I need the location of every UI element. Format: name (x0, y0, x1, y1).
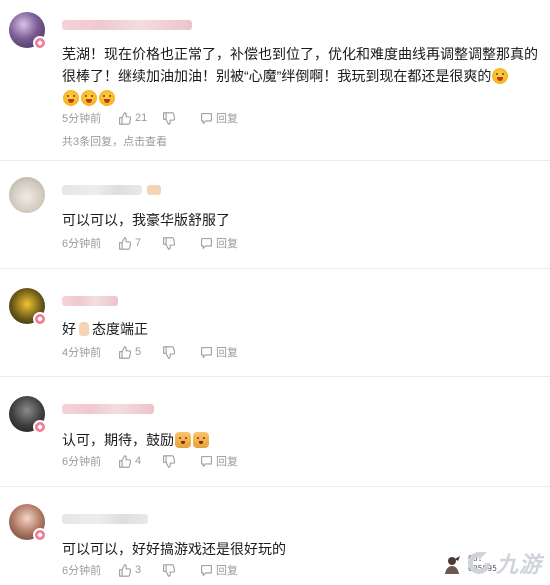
username[interactable] (62, 20, 192, 30)
comment-text: 认可，期待，鼓励 (62, 429, 210, 451)
vip-badge-icon (33, 36, 47, 50)
comment-meta: 6分钟前 7 回复 (62, 236, 238, 250)
dog-emoji-icon (193, 432, 209, 448)
username[interactable] (62, 514, 148, 524)
dislike-button[interactable] (162, 111, 200, 125)
reply-label: 回复 (216, 565, 238, 577)
avatar[interactable] (9, 504, 49, 544)
like-button[interactable]: 4 (118, 454, 162, 468)
comment-text-after: 态度端正 (92, 321, 148, 337)
emoji-laugh-icon (99, 90, 115, 106)
emoji-laugh-icon (63, 90, 79, 106)
avatar[interactable] (9, 177, 49, 217)
comment-text-body: 认可，期待，鼓励 (62, 432, 174, 448)
thumb-up-icon (119, 236, 131, 250)
thumb-down-icon (163, 454, 175, 468)
timestamp: 6分钟前 (62, 565, 102, 577)
comment-2: 可以可以，我豪华版舒服了 6分钟前 7 回复 (0, 160, 550, 260)
comment-3: CO. 005995 好态度端正 4分钟前 5 回复 (0, 268, 550, 574)
like-count: 5 (135, 346, 142, 358)
reply-button[interactable]: 回复 (200, 344, 238, 360)
dislike-button[interactable] (162, 563, 200, 577)
timestamp: 4分钟前 (62, 347, 102, 359)
user-level-badge (147, 185, 161, 195)
vip-badge-icon (33, 312, 47, 326)
like-button[interactable]: 3 (118, 563, 162, 577)
like-count: 4 (135, 455, 142, 467)
reply-icon (201, 237, 212, 249)
timestamp: 6分钟前 (62, 238, 102, 250)
reply-icon (201, 346, 212, 358)
emoji-laugh-icon (81, 90, 97, 106)
username[interactable] (62, 296, 118, 306)
reply-label: 回复 (216, 238, 238, 250)
view-replies-link[interactable]: 共3条回复，点击查看 (62, 133, 167, 149)
comment-text: 可以可以，好好搞游戏还是很好玩的 (62, 541, 286, 557)
ok-hand-emoji-icon (79, 322, 89, 336)
comment-text: 芜湖！现在价格也正常了，补偿也到位了，优化和难度曲线再调整调整那真的 很棒了！继… (62, 43, 538, 109)
username[interactable] (62, 404, 154, 414)
avatar[interactable] (9, 396, 49, 436)
comment-text: 好态度端正 (62, 318, 148, 340)
comment-meta: 4分钟前 5 回复 (62, 345, 238, 359)
thumb-down-icon (163, 345, 175, 359)
comment-meta: 5分钟前 21 回复 (62, 111, 238, 125)
reply-button[interactable]: 回复 (200, 235, 238, 251)
comment-text-line-1: 芜湖！现在价格也正常了，补偿也到位了，优化和难度曲线再调整调整那真的 (62, 46, 538, 62)
vip-badge-icon (33, 528, 47, 542)
comment-text: 可以可以，我豪华版舒服了 (62, 212, 230, 228)
like-button[interactable]: 21 (118, 111, 162, 125)
thumb-down-icon (163, 563, 175, 577)
like-count: 3 (135, 564, 142, 576)
comment-meta: 6分钟前 3 回复 (62, 563, 238, 577)
like-count: 7 (135, 237, 142, 249)
dislike-button[interactable] (162, 236, 200, 250)
dislike-button[interactable] (162, 345, 200, 359)
comment-text-before: 好 (62, 321, 76, 337)
reply-label: 回复 (216, 113, 238, 125)
thumb-down-icon (163, 111, 175, 125)
reply-icon (201, 455, 212, 467)
reply-label: 回复 (216, 456, 238, 468)
dislike-button[interactable] (162, 454, 200, 468)
reply-button[interactable]: 回复 (200, 110, 238, 126)
reply-button[interactable]: 回复 (200, 453, 238, 469)
reply-icon (201, 564, 212, 576)
thumb-up-icon (119, 563, 131, 577)
timestamp: 6分钟前 (62, 456, 102, 468)
site-watermark: 九游 (466, 545, 546, 581)
emoji-laugh-icon (492, 68, 509, 84)
timestamp: 5分钟前 (62, 113, 102, 125)
reply-button[interactable]: 回复 (200, 562, 238, 578)
like-button[interactable]: 7 (118, 236, 162, 250)
thumb-up-icon (119, 345, 131, 359)
avatar[interactable] (9, 12, 49, 52)
comment-1: 芜湖！现在价格也正常了，补偿也到位了，优化和难度曲线再调整调整那真的 很棒了！继… (0, 0, 550, 155)
reply-icon (201, 112, 212, 124)
avatar[interactable] (9, 288, 49, 328)
thumb-up-icon (119, 111, 131, 125)
thumb-down-icon (163, 236, 175, 250)
reply-label: 回复 (216, 347, 238, 359)
like-count: 21 (135, 112, 148, 124)
watermark-logo-icon (468, 552, 490, 574)
vip-badge-icon (33, 420, 47, 434)
watermark-text: 九游 (496, 552, 543, 577)
comment-meta: 6分钟前 4 回复 (62, 454, 238, 468)
thumb-up-icon (119, 454, 131, 468)
username[interactable] (62, 185, 142, 195)
comment-4: 认可，期待，鼓励 6分钟前 4 回复 (0, 376, 550, 481)
comment-text-line-2: 很棒了！继续加油加油！别被“心魔”绊倒啊！我玩到现在都还是很爽的 (62, 68, 492, 84)
dog-emoji-icon (175, 432, 191, 448)
like-button[interactable]: 5 (118, 345, 162, 359)
